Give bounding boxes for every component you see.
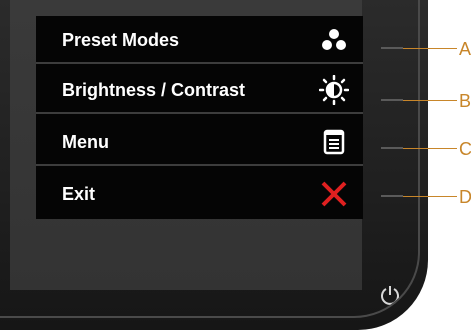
preset-modes-icon [322,29,346,50]
callout-label-a: A [459,39,471,59]
side-button-a[interactable] [381,47,403,49]
osd-item-preset-modes[interactable]: Preset Modes [36,16,363,64]
callout-line-d [403,196,457,197]
osd-item-label: Preset Modes [62,30,180,50]
callout-line-c [403,148,457,149]
osd-item-brightness-contrast[interactable]: Brightness / Contrast [36,66,363,114]
osd-menu: Preset Modes Brightness / Contrast Menu … [36,16,363,219]
menu-icon [323,129,345,155]
brightness-contrast-icon [319,75,349,105]
osd-item-exit[interactable]: Exit [36,170,363,218]
callout-label-c: C [459,139,471,159]
osd-item-label: Brightness / Contrast [62,80,246,100]
power-icon[interactable] [378,283,402,307]
exit-icon [321,181,347,207]
callout-line-a [403,48,457,49]
callout-line-b [403,100,457,101]
side-button-c[interactable] [381,147,403,149]
callout-label-d: D [459,187,471,207]
side-button-b[interactable] [381,99,403,101]
side-button-d[interactable] [381,195,403,197]
callout-label-b: B [459,91,471,111]
monitor-bezel: Preset Modes Brightness / Contrast Menu … [0,0,428,330]
osd-item-label: Exit [62,184,96,204]
osd-item-menu[interactable]: Menu [36,118,363,166]
osd-item-label: Menu [62,132,109,152]
